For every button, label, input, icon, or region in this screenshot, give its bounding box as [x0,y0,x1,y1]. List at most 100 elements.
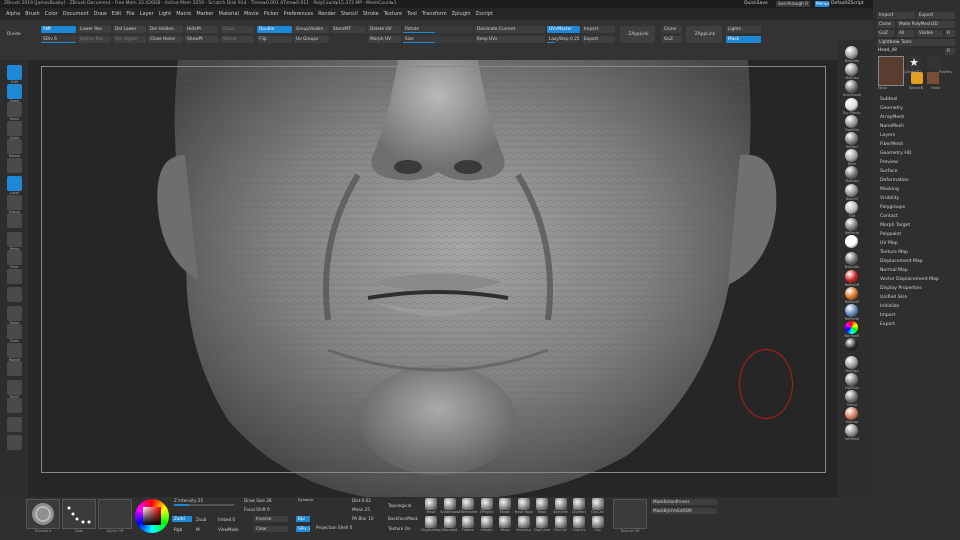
brush-cliprect-icon[interactable] [573,498,585,510]
seethrough-slider[interactable]: See-through 0 [776,1,810,7]
menu-stencil[interactable]: Stencil [341,11,358,17]
del-hidden-button[interactable]: Del Hidden [148,26,183,33]
rgb-toggle[interactable]: Rgb [174,527,182,532]
subpalette-nanomesh[interactable]: NanoMesh [877,122,957,131]
menu-zplugin[interactable]: Zplugin [452,11,471,17]
subpalette-polygroups[interactable]: Polygroups [877,203,957,212]
size-slider[interactable]: Size [403,36,473,43]
zadd-toggle[interactable]: Zadd [172,516,192,522]
tool-thumb-star[interactable]: ★ [907,56,921,70]
shelf-draw-icon[interactable] [7,83,22,99]
alpha-thumbnail[interactable] [98,499,132,529]
subpalette-vector-displacement-map[interactable]: Vector Displacement Map [877,275,957,284]
z-intensity-label[interactable]: Z Intensity 25 [174,498,203,503]
shelf-persp-icon[interactable] [7,231,22,247]
subpalette-layers[interactable]: Layers [877,131,957,140]
shelf-rotate-icon[interactable] [7,139,22,154]
subpalette-morph-target[interactable]: Morph Target [877,221,957,230]
rotate-slider[interactable]: Rotate [403,26,473,33]
r-button[interactable]: R [945,30,955,37]
color-picker-square[interactable] [143,507,161,525]
menu-file[interactable]: File [126,11,134,17]
clone-button[interactable]: Clone [662,26,682,33]
tool-clone-button[interactable]: Clone [877,21,895,28]
imbed-label[interactable]: Imbed 0 [218,517,235,522]
subpalette-visibility[interactable]: Visibility [877,194,957,203]
draw-size-label[interactable]: Draw Size 28 [244,498,272,503]
tool-import-button[interactable]: Import [877,12,915,19]
material-sphere[interactable] [845,355,858,369]
shrink-button[interactable]: Shrink [221,36,254,43]
brush-standard-icon[interactable] [443,516,456,528]
menu-movie[interactable]: Movie [244,11,259,17]
brush-snakehook-icon[interactable] [443,498,456,510]
tool-thumb-head[interactable] [878,56,904,86]
brush-selectre-icon[interactable] [554,498,567,510]
higher-res-button[interactable]: Higher Res [78,36,111,43]
material-sphere[interactable] [845,390,858,403]
subpalette-contact[interactable]: Contact [877,212,957,221]
material-sphere[interactable] [845,200,858,214]
texture-thumbnail[interactable] [613,499,647,529]
shelf-tool-icon[interactable] [7,361,22,376]
texture-on-toggle[interactable]: Texture On [388,526,411,531]
subpalette-preview[interactable]: Preview [877,158,957,167]
menu-alpha[interactable]: Alpha [6,11,20,17]
make-polymesh-button[interactable]: Make PolyMesh3D [897,21,955,28]
menu-light[interactable]: Light [159,11,171,17]
uvs-master-button[interactable]: UVsMaster [547,26,580,33]
del-lower-button[interactable]: Del Lower [113,26,146,33]
inverse-button[interactable]: Inverse [254,516,288,522]
topological-toggle[interactable]: Topological [388,503,411,508]
subpalette-deformation[interactable]: Deformation [877,176,957,185]
subpalette-import[interactable]: Import [877,311,957,320]
shelf-tool-icon[interactable] [7,416,22,432]
divide-button[interactable]: Divide [5,31,35,38]
shelf-tool-icon[interactable] [7,398,22,413]
shelf-scale-icon[interactable] [7,324,22,339]
menu-zscript[interactable]: Zscript [476,11,493,17]
menu-layer[interactable]: Layer [140,11,154,17]
dist-label[interactable]: Dist 0.02 [352,498,371,503]
brush-zremesher-icon[interactable] [462,498,474,510]
shelf-tool-icon[interactable] [7,268,22,284]
focal-shift-label[interactable]: Focal Shift 0 [244,507,270,512]
shelf-tool-icon[interactable] [7,157,22,173]
m-toggle[interactable]: M [196,527,200,532]
shelf-floor-icon[interactable] [7,250,22,265]
mean-label[interactable]: Mean 25 [352,507,370,512]
mask-by-uv-button[interactable]: MaskByUVsEditSM [651,508,717,514]
close-holes-button[interactable]: Close Holes [148,36,183,43]
viewmask-label[interactable]: ViewMask [218,527,239,532]
smt-toggle[interactable]: SMt [41,26,76,33]
zapplink2-button[interactable]: ZAppLink [686,26,722,43]
brush-hpolish-icon[interactable] [480,516,493,528]
uv-groups-button[interactable]: Uv Groups [294,36,329,43]
shelf-rotate-icon[interactable] [7,342,22,358]
material-sphere[interactable] [845,304,858,317]
brush-clipcirc-icon[interactable] [591,498,604,510]
pa-blur-label[interactable]: PA Blur 10 [352,516,374,521]
del-higher-button[interactable]: Del Higher [113,36,146,43]
lazystep-slider[interactable]: LazyStep 0.25 [547,36,580,43]
delete-uv-button[interactable]: Delete UV [368,26,401,33]
subpalette-subtool[interactable]: Subtool [877,95,957,104]
group-visible-button[interactable]: GroupVisible [294,26,329,33]
quicksave-button[interactable]: QuickSave [744,0,768,8]
material-sphere[interactable] [845,183,858,197]
shelf-frame-icon[interactable] [7,194,22,210]
brush-clip-icon[interactable] [591,516,604,528]
sdiv-slider[interactable]: SDiv 6 [41,36,76,43]
menu-edit[interactable]: Edit [112,11,122,17]
material-sphere[interactable] [845,114,858,128]
zapplink-button[interactable]: ZAppLink [620,26,655,43]
menu-picker[interactable]: Picker [264,11,279,17]
subpalette-surface[interactable]: Surface [877,167,957,176]
material-sphere[interactable] [845,132,858,145]
brush-thumbnail[interactable] [26,499,60,529]
material-sphere[interactable] [845,269,858,283]
subpalette-display-properties[interactable]: Display Properties [877,284,957,293]
hidept-button[interactable]: HidePt [185,26,218,33]
flip-button[interactable]: Flip [257,36,292,43]
subpalette-export[interactable]: Export [877,320,957,329]
